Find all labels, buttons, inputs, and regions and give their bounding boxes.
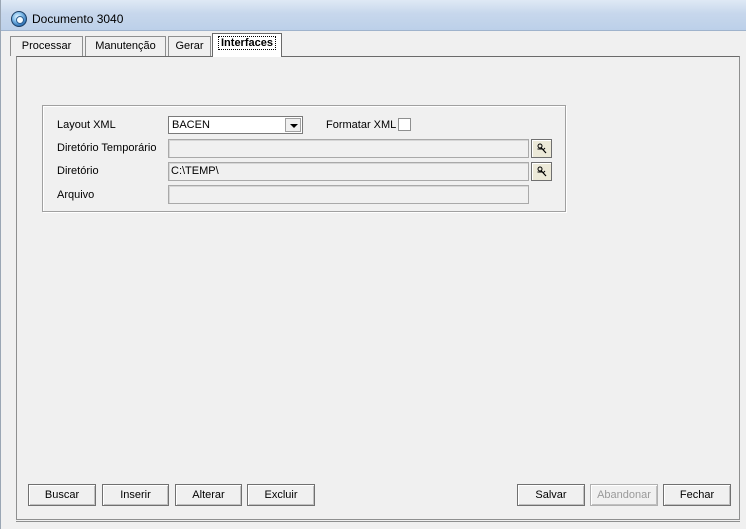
app-globe-icon [11,11,27,27]
alterar-button[interactable]: Alterar [175,484,242,506]
xml-settings-group: Layout XML BACEN Formatar XML Diretório … [42,105,566,212]
folder-browse-icon [537,166,547,177]
tab-label: Manutenção [95,40,156,52]
layout-xml-select[interactable]: BACEN [168,116,303,134]
diretorio-temporario-field[interactable] [168,139,529,158]
layout-xml-label: Layout XML [57,119,116,131]
buscar-button[interactable]: Buscar [28,484,96,506]
arquivo-field[interactable] [168,185,529,204]
formatar-xml-label: Formatar XML [326,119,397,131]
abandonar-button: Abandonar [590,484,658,506]
title-bar[interactable]: Documento 3040 [1,0,746,31]
diretorio-field[interactable]: C:\TEMP\ [168,162,529,181]
tab-label: Processar [21,40,72,52]
formatar-xml-checkbox[interactable] [398,118,411,131]
tab-label: Gerar [175,40,204,52]
diretorio-value: C:\TEMP\ [171,165,219,177]
excluir-button[interactable]: Excluir [247,484,315,506]
tab-processar[interactable]: Processar [10,36,83,56]
folder-browse-icon [537,143,547,154]
salvar-button[interactable]: Salvar [517,484,585,506]
tab-manutencao[interactable]: Manutenção [85,36,166,56]
tab-label: Interfaces [218,36,276,50]
diretorio-label: Diretório [57,165,99,177]
panel-bottom-divider [16,521,740,522]
chevron-down-icon[interactable] [285,118,301,132]
tab-interfaces[interactable]: Interfaces [212,33,282,57]
diretorio-browse-button[interactable] [531,162,552,181]
main-window: Documento 3040 Processar Manutenção Gera… [0,0,746,529]
fechar-button[interactable]: Fechar [663,484,731,506]
interfaces-panel: Layout XML BACEN Formatar XML Diretório … [16,56,740,520]
tab-strip: Processar Manutenção Gerar Interfaces [1,33,746,57]
inserir-button[interactable]: Inserir [102,484,169,506]
diretorio-temporario-browse-button[interactable] [531,139,552,158]
layout-xml-value: BACEN [172,119,210,131]
window-title: Documento 3040 [32,12,124,26]
arquivo-label: Arquivo [57,189,95,201]
tab-gerar[interactable]: Gerar [168,36,211,56]
diretorio-temporario-label: Diretório Temporário [57,142,157,154]
